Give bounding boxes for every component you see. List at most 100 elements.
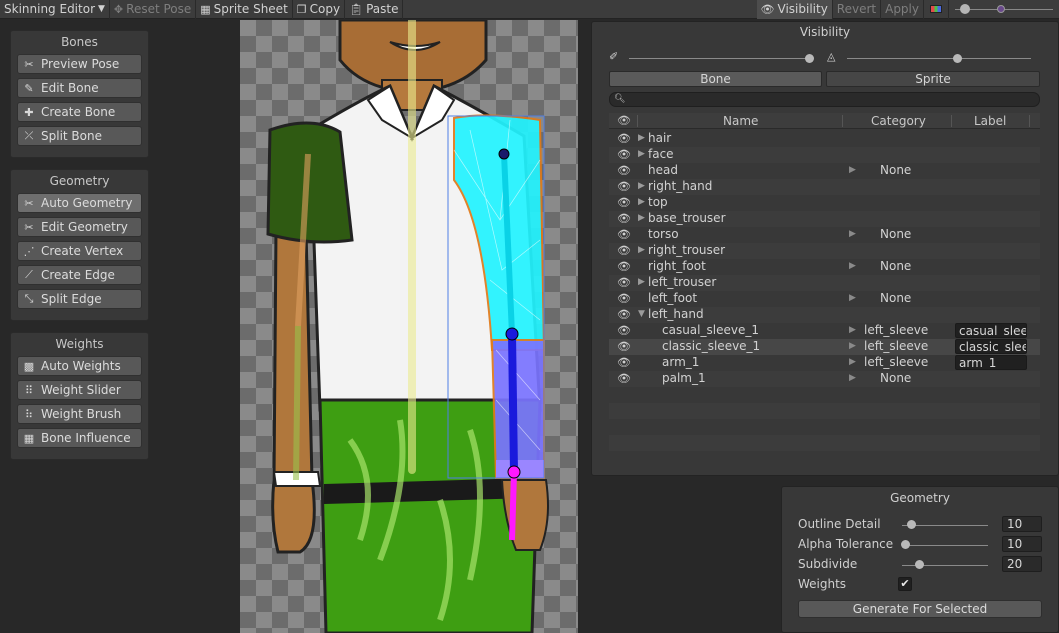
outline-detail-knob[interactable] xyxy=(906,520,916,529)
weights-checkbox[interactable]: ✔ xyxy=(898,577,912,591)
expand-arrow-icon[interactable]: ▶ xyxy=(638,149,645,159)
alpha-tolerance-slider[interactable] xyxy=(902,545,988,546)
edit-geometry-button[interactable]: ✂ Edit Geometry xyxy=(17,217,142,237)
split-edge-button[interactable]: ⤡ Split Edge xyxy=(17,289,142,309)
visibility-eye-icon[interactable]: 👁︎ xyxy=(617,261,631,272)
column-visibility-eye-icon[interactable]: 👁︎ xyxy=(617,114,631,127)
collapse-arrow-icon[interactable]: ▼ xyxy=(638,309,645,319)
copy-button[interactable]: ❐ Copy xyxy=(293,0,346,19)
tree-row[interactable]: 👁︎ ▶ base_trouser xyxy=(609,211,1040,227)
tree-row[interactable]: 👁︎ casual_sleeve_1 ▶ left_sleeve casual_slee xyxy=(609,323,1040,339)
tree-row-category[interactable]: left_sleeve xyxy=(864,355,928,369)
tree-row-category[interactable]: None xyxy=(880,371,911,385)
visibility-eye-icon[interactable]: 👁︎ xyxy=(617,213,631,224)
subdivide-field[interactable]: 20 xyxy=(1002,556,1042,572)
category-dropdown-arrow-icon[interactable]: ▶ xyxy=(849,165,856,175)
visibility-eye-icon[interactable]: 👁︎ xyxy=(617,133,631,144)
visibility-eye-icon[interactable]: 👁︎ xyxy=(617,293,631,304)
tree-row[interactable]: 👁︎ ▼ left_hand xyxy=(609,307,1040,323)
tree-row-category[interactable]: None xyxy=(880,259,911,273)
outline-detail-field[interactable]: 10 xyxy=(1002,516,1042,532)
category-dropdown-arrow-icon[interactable]: ▶ xyxy=(849,373,856,383)
preview-pose-button[interactable]: ✂ Preview Pose xyxy=(17,54,142,74)
tree-row-category[interactable]: left_sleeve xyxy=(864,323,928,337)
visibility-eye-icon[interactable]: 👁︎ xyxy=(617,197,631,208)
reset-pose-button[interactable]: ✥ Reset Pose xyxy=(110,0,197,19)
category-dropdown-arrow-icon[interactable]: ▶ xyxy=(849,229,856,239)
visibility-eye-icon[interactable]: 👁︎ xyxy=(617,181,631,192)
expand-arrow-icon[interactable]: ▶ xyxy=(638,213,645,223)
category-dropdown-arrow-icon[interactable]: ▶ xyxy=(849,325,856,335)
column-header-category[interactable]: Category xyxy=(871,114,926,128)
tree-row[interactable]: 👁︎ ▶ right_trouser xyxy=(609,243,1040,259)
bone-opacity-knob[interactable] xyxy=(805,54,815,63)
tree-row[interactable]: 👁︎ classic_sleeve_1 ▶ left_sleeve classic_sl… xyxy=(609,339,1040,355)
apply-button[interactable]: Apply xyxy=(881,0,924,19)
category-dropdown-arrow-icon[interactable]: ▶ xyxy=(849,293,856,303)
zoom-slider-knob[interactable] xyxy=(959,3,970,14)
expand-arrow-icon[interactable]: ▶ xyxy=(638,277,645,287)
tree-row[interactable]: 👁︎ palm_1 ▶ None xyxy=(609,371,1040,387)
expand-arrow-icon[interactable]: ▶ xyxy=(638,133,645,143)
split-bone-button[interactable]: ⤫ Split Bone xyxy=(17,126,142,146)
create-bone-button[interactable]: ✚ Create Bone xyxy=(17,102,142,122)
create-edge-button[interactable]: ⟋ Create Edge xyxy=(17,265,142,285)
visibility-eye-icon[interactable]: 👁︎ xyxy=(617,149,631,160)
weight-slider-button[interactable]: ⠿ Weight Slider xyxy=(17,380,142,400)
weight-brush-button[interactable]: ⠷ Weight Brush xyxy=(17,404,142,424)
alpha-tolerance-knob[interactable] xyxy=(901,540,911,549)
bone-influence-button[interactable]: ▦ Bone Influence xyxy=(17,428,142,448)
auto-geometry-button[interactable]: ✂ Auto Geometry xyxy=(17,193,142,213)
category-dropdown-arrow-icon[interactable]: ▶ xyxy=(849,341,856,351)
tree-row[interactable]: 👁︎ ▶ face xyxy=(609,147,1040,163)
sprite-canvas[interactable] xyxy=(240,20,578,633)
edit-bone-button[interactable]: ✎ Edit Bone xyxy=(17,78,142,98)
tree-row-label-field[interactable]: arm_1 xyxy=(955,355,1027,370)
expand-arrow-icon[interactable]: ▶ xyxy=(638,245,645,255)
create-vertex-button[interactable]: ⋰ Create Vertex xyxy=(17,241,142,261)
tree-row-category[interactable]: left_sleeve xyxy=(864,339,928,353)
sprite-opacity-knob[interactable] xyxy=(953,54,963,63)
sprite-opacity-slider[interactable]: ◬ xyxy=(827,50,1037,66)
visibility-eye-icon[interactable]: 👁︎ xyxy=(617,277,631,288)
tree-row[interactable]: 👁︎ head ▶ None xyxy=(609,163,1040,179)
tree-row-label-field[interactable]: casual_slee xyxy=(955,323,1027,338)
category-dropdown-arrow-icon[interactable]: ▶ xyxy=(849,261,856,271)
column-header-label[interactable]: Label xyxy=(974,114,1006,128)
auto-weights-button[interactable]: ▩ Auto Weights xyxy=(17,356,142,376)
visibility-eye-icon[interactable]: 👁︎ xyxy=(617,309,631,320)
visibility-eye-icon[interactable]: 👁︎ xyxy=(617,325,631,336)
tree-row[interactable]: 👁︎ right_foot ▶ None xyxy=(609,259,1040,275)
visibility-eye-icon[interactable]: 👁︎ xyxy=(617,373,631,384)
bone-opacity-slider[interactable]: ✐ xyxy=(609,50,819,66)
category-dropdown-arrow-icon[interactable]: ▶ xyxy=(849,357,856,367)
tree-row-category[interactable]: None xyxy=(880,227,911,241)
visibility-toggle-button[interactable]: 👁︎ Visibility xyxy=(756,0,833,19)
generate-for-selected-button[interactable]: Generate For Selected xyxy=(798,600,1042,618)
tree-row-label-field[interactable]: classic_slee xyxy=(955,339,1027,354)
editor-mode-dropdown[interactable]: Skinning Editor ▼ xyxy=(0,0,110,19)
tree-row-category[interactable]: None xyxy=(880,291,911,305)
visibility-eye-icon[interactable]: 👁︎ xyxy=(617,165,631,176)
tree-row[interactable]: 👁︎ ▶ top xyxy=(609,195,1040,211)
tree-row[interactable]: 👁︎ left_foot ▶ None xyxy=(609,291,1040,307)
tree-row[interactable]: 👁︎ torso ▶ None xyxy=(609,227,1040,243)
tree-row[interactable]: 👁︎ ▶ left_trouser xyxy=(609,275,1040,291)
tree-row-category[interactable]: None xyxy=(880,163,911,177)
alpha-tolerance-field[interactable]: 10 xyxy=(1002,536,1042,552)
tab-bone[interactable]: Bone xyxy=(609,71,822,87)
color-toggle-button[interactable] xyxy=(924,0,949,19)
tab-sprite[interactable]: Sprite xyxy=(826,71,1040,87)
tree-row[interactable]: 👁︎ arm_1 ▶ left_sleeve arm_1 xyxy=(609,355,1040,371)
zoom-slider[interactable] xyxy=(949,0,1059,19)
tree-row[interactable]: 👁︎ ▶ right_hand xyxy=(609,179,1040,195)
subdivide-knob[interactable] xyxy=(915,560,925,569)
column-header-name[interactable]: Name xyxy=(723,114,758,128)
visibility-eye-icon[interactable]: 👁︎ xyxy=(617,229,631,240)
visibility-eye-icon[interactable]: 👁︎ xyxy=(617,357,631,368)
tree-row[interactable]: 👁︎ ▶ hair xyxy=(609,131,1040,147)
expand-arrow-icon[interactable]: ▶ xyxy=(638,197,645,207)
expand-arrow-icon[interactable]: ▶ xyxy=(638,181,645,191)
sprite-sheet-button[interactable]: ▦ Sprite Sheet xyxy=(196,0,293,19)
revert-button[interactable]: Revert xyxy=(833,0,882,19)
